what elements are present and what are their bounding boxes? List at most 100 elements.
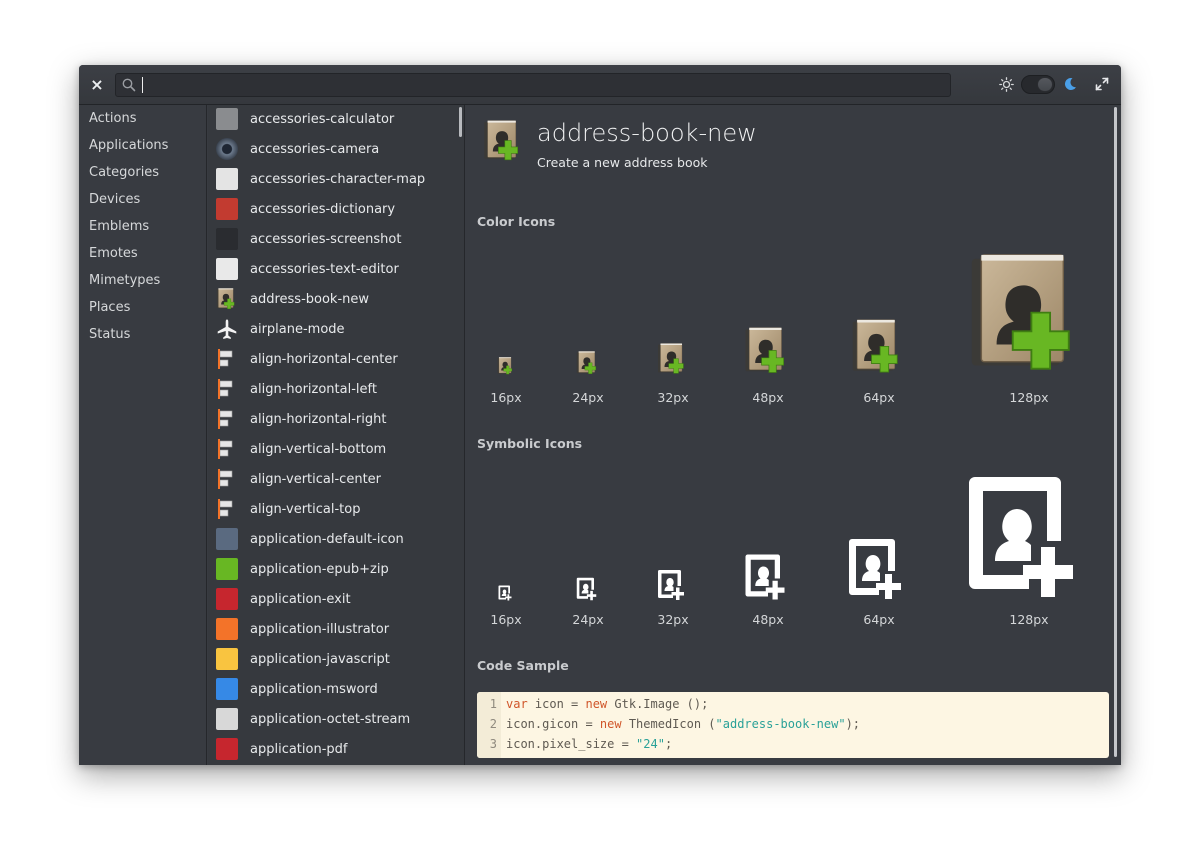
- address-book-icon-16: [497, 357, 513, 375]
- sidebar-item-applications[interactable]: Applications: [79, 132, 206, 159]
- list-item[interactable]: accessories-character-map: [208, 165, 464, 195]
- detail-scrollbar[interactable]: [1114, 107, 1117, 757]
- list-item[interactable]: application-pdf: [208, 735, 464, 765]
- list-item[interactable]: align-vertical-top: [208, 495, 464, 525]
- code-keyword: var: [506, 697, 528, 711]
- address-book-icon-64: [852, 319, 898, 373]
- category-sidebar: Actions Applications Categories Devices Embl…: [79, 105, 207, 765]
- align-vertical-bottom-icon: [216, 438, 238, 460]
- size-label: 48px: [752, 390, 784, 405]
- sidebar-item-emotes[interactable]: Emotes: [79, 240, 206, 267]
- size-label: 64px: [863, 612, 895, 627]
- sidebar-item-places[interactable]: Places: [79, 294, 206, 321]
- code-token: icon.gicon =: [506, 717, 600, 731]
- list-item[interactable]: application-illustrator: [208, 615, 464, 645]
- list-item[interactable]: align-horizontal-center: [208, 345, 464, 375]
- list-item-label: application-exit: [250, 592, 351, 607]
- sidebar-item-actions[interactable]: Actions: [79, 105, 206, 132]
- dark-mode-switch[interactable]: [1021, 75, 1055, 94]
- align-horizontal-center-icon: [216, 348, 238, 370]
- address-book-icon-32: [657, 343, 684, 374]
- list-item[interactable]: align-horizontal-right: [208, 405, 464, 435]
- list-item[interactable]: application-msword: [208, 675, 464, 705]
- search-input[interactable]: [140, 76, 940, 94]
- code-token: );: [845, 717, 861, 731]
- code-text: icon.pixel_size = "24";: [506, 734, 672, 754]
- list-item[interactable]: accessories-screenshot: [208, 225, 464, 255]
- airplane-icon: [216, 318, 238, 340]
- list-item[interactable]: accessories-calculator: [208, 105, 464, 135]
- list-item[interactable]: align-vertical-center: [208, 465, 464, 495]
- code-token: Gtk.Image ();: [607, 697, 709, 711]
- sidebar-item-devices[interactable]: Devices: [79, 186, 206, 213]
- icon-detail-pane: address-book-new Create a new address bo…: [465, 105, 1121, 765]
- sidebar-item-mimetypes[interactable]: Mimetypes: [79, 267, 206, 294]
- size-label: 48px: [752, 612, 784, 627]
- sidebar-item-emblems[interactable]: Emblems: [79, 213, 206, 240]
- list-item-label: accessories-screenshot: [250, 232, 402, 247]
- list-item-label: align-vertical-bottom: [250, 442, 387, 457]
- code-line: 3 icon.pixel_size = "24";: [477, 734, 1097, 754]
- illustrator-icon: [216, 618, 238, 640]
- epub-icon: [216, 558, 238, 580]
- code-text: icon.gicon = new ThemedIcon ("address-bo…: [506, 714, 860, 734]
- symbolic-icons-heading: Symbolic Icons: [477, 436, 583, 451]
- size-label: 16px: [490, 390, 522, 405]
- sidebar-item-categories[interactable]: Categories: [79, 159, 206, 186]
- sun-icon[interactable]: [999, 77, 1014, 92]
- list-item[interactable]: airplane-mode: [208, 315, 464, 345]
- code-token: icon.pixel_size =: [506, 737, 637, 751]
- address-book-icon: [216, 288, 238, 310]
- address-book-icon: [483, 120, 519, 161]
- list-item[interactable]: accessories-dictionary: [208, 195, 464, 225]
- list-item[interactable]: align-horizontal-left: [208, 375, 464, 405]
- address-book-icon-48: [745, 327, 785, 373]
- text-editor-icon: [216, 258, 238, 280]
- list-item[interactable]: application-exit: [208, 585, 464, 615]
- character-map-icon: [216, 168, 238, 190]
- fullscreen-icon[interactable]: [1095, 77, 1109, 91]
- list-item-label: accessories-text-editor: [250, 262, 399, 277]
- moon-icon[interactable]: [1062, 76, 1078, 92]
- code-text: var icon = new Gtk.Image ();: [506, 694, 708, 714]
- list-item[interactable]: application-default-icon: [208, 525, 464, 555]
- list-item[interactable]: application-epub+zip: [208, 555, 464, 585]
- list-item-label: address-book-new: [250, 292, 370, 307]
- list-item-label: application-msword: [250, 682, 378, 697]
- list-item[interactable]: address-book-new: [208, 285, 464, 315]
- list-item-label: application-octet-stream: [250, 712, 411, 727]
- list-item-label: accessories-calculator: [250, 112, 395, 127]
- size-label: 24px: [572, 390, 604, 405]
- align-horizontal-left-icon: [216, 378, 238, 400]
- list-item[interactable]: accessories-camera: [208, 135, 464, 165]
- list-item[interactable]: application-javascript: [208, 645, 464, 675]
- code-sample[interactable]: 1 var icon = new Gtk.Image (); 2 icon.gicon…: [477, 692, 1109, 758]
- switch-knob: [1037, 77, 1053, 92]
- list-item[interactable]: align-vertical-bottom: [208, 435, 464, 465]
- list-item[interactable]: application-octet-stream: [208, 705, 464, 735]
- list-item-label: accessories-dictionary: [250, 202, 396, 217]
- sidebar-item-status[interactable]: Status: [79, 321, 206, 348]
- address-book-symbolic-icon-24: [576, 577, 597, 601]
- size-label: 128px: [1009, 612, 1049, 627]
- line-number: 3: [489, 737, 497, 751]
- list-item-label: application-illustrator: [250, 622, 390, 637]
- address-book-symbolic-icon-16: [498, 585, 512, 601]
- list-item-label: application-epub+zip: [250, 562, 389, 577]
- code-string: "address-book-new": [715, 717, 846, 731]
- calculator-icon: [216, 108, 238, 130]
- list-item-label: accessories-camera: [250, 142, 380, 157]
- list-item-label: align-vertical-top: [250, 502, 361, 517]
- align-vertical-center-icon: [216, 468, 238, 490]
- list-item-label: accessories-character-map: [250, 172, 426, 187]
- line-number: 2: [489, 717, 497, 731]
- list-item-label: application-pdf: [250, 742, 348, 757]
- pdf-icon: [216, 738, 238, 760]
- search-icon: [122, 78, 136, 92]
- size-label: 32px: [657, 612, 689, 627]
- search-entry[interactable]: [115, 73, 951, 97]
- code-sample-heading: Code Sample: [477, 658, 569, 673]
- close-button[interactable]: ×: [89, 76, 105, 94]
- code-keyword: new: [585, 697, 608, 711]
- list-item[interactable]: accessories-text-editor: [208, 255, 464, 285]
